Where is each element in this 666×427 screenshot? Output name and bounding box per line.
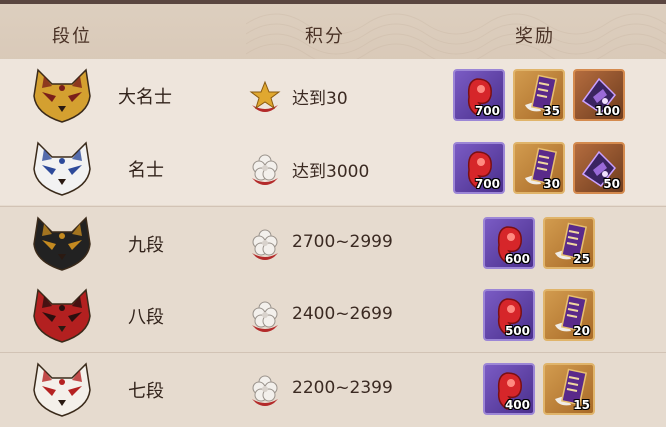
header-score: 积分: [305, 26, 345, 47]
purple-seal-icon[interactable]: 50: [573, 142, 625, 194]
rank-name: 大名士: [118, 87, 172, 108]
red-magatama-icon[interactable]: 700: [453, 69, 505, 121]
reward-quantity: 700: [474, 177, 500, 191]
header-rank: 段位: [52, 26, 92, 47]
rank-name: 名士: [128, 160, 164, 181]
reward-quantity: 15: [573, 398, 590, 412]
red-magatama-icon[interactable]: 700: [453, 142, 505, 194]
skin-ticket-icon[interactable]: 30: [513, 142, 565, 194]
table-row: 名士 达到3000 700 30 50: [0, 132, 666, 205]
skin-ticket-icon[interactable]: 15: [543, 363, 595, 415]
score-requirement: 2700~2999: [292, 232, 393, 252]
table-row: 八段 2400~2699 500 20: [0, 279, 666, 352]
fox-mask-icon: [30, 360, 94, 420]
score-requirement: 2200~2399: [292, 378, 393, 398]
table-header: 段位 积分 奖励: [0, 0, 666, 62]
table-row: 七段 2200~2399 400 15: [0, 352, 666, 426]
score-requirement: 达到3000: [292, 162, 370, 182]
reward-quantity: 600: [504, 252, 530, 266]
white-flower-medal-icon: [248, 152, 282, 186]
white-flower-medal-icon: [248, 299, 282, 333]
score-requirement: 达到30: [292, 89, 348, 109]
purple-seal-icon[interactable]: 100: [573, 69, 625, 121]
white-flower-medal-icon: [248, 373, 282, 407]
reward-quantity: 700: [474, 104, 500, 118]
table-row: 九段 2700~2999 600 25: [0, 206, 666, 280]
red-magatama-icon[interactable]: 500: [483, 289, 535, 341]
score-requirement: 2400~2699: [292, 304, 393, 324]
reward-quantity: 50: [603, 177, 620, 191]
reward-quantity: 35: [543, 104, 560, 118]
reward-quantity: 20: [573, 324, 590, 338]
reward-quantity: 25: [573, 252, 590, 266]
rank-name: 七段: [128, 381, 164, 402]
reward-quantity: 100: [594, 104, 620, 118]
fox-mask-icon: [30, 214, 94, 274]
red-magatama-icon[interactable]: 600: [483, 217, 535, 269]
red-magatama-icon[interactable]: 400: [483, 363, 535, 415]
rank-name: 八段: [128, 307, 164, 328]
fox-mask-icon: [30, 286, 94, 346]
header-reward: 奖励: [515, 26, 555, 47]
reward-quantity: 500: [504, 324, 530, 338]
skin-ticket-icon[interactable]: 20: [543, 289, 595, 341]
skin-ticket-icon[interactable]: 35: [513, 69, 565, 121]
fox-mask-icon: [30, 139, 94, 199]
gold-star-medal-icon: [248, 79, 282, 113]
reward-quantity: 30: [543, 177, 560, 191]
table-row: 大名士 达到30 700 35 100: [0, 59, 666, 132]
reward-quantity: 400: [504, 398, 530, 412]
fox-mask-icon: [30, 66, 94, 126]
skin-ticket-icon[interactable]: 25: [543, 217, 595, 269]
rank-name: 九段: [128, 235, 164, 256]
white-flower-medal-icon: [248, 227, 282, 261]
